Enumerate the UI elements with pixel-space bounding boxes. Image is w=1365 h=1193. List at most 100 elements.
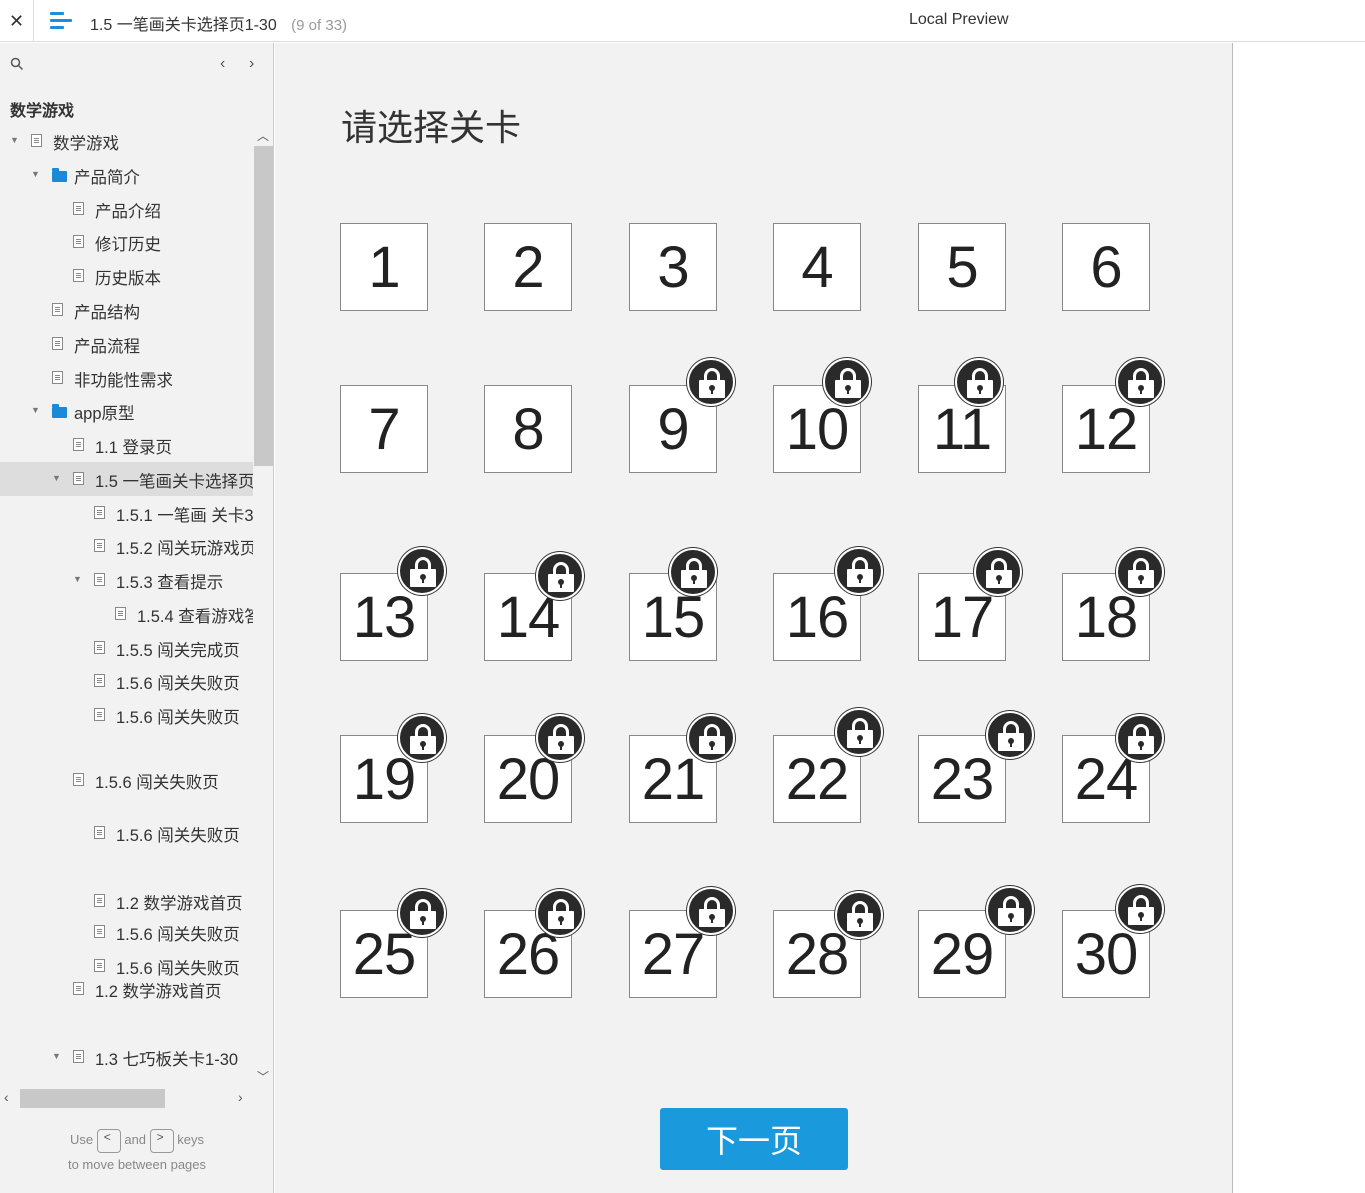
- lock-icon: [398, 547, 446, 595]
- hint-keys-text: keys: [177, 1132, 205, 1147]
- scroll-right-icon[interactable]: ›: [238, 1089, 243, 1105]
- page-icon: [94, 826, 105, 839]
- tree-item[interactable]: ▼ 1.5 一笔画关卡选择页: [0, 462, 253, 496]
- level-button[interactable]: 3: [629, 223, 717, 311]
- close-button[interactable]: ✕: [0, 0, 34, 42]
- page-icon: [94, 894, 105, 907]
- level-button[interactable]: 7: [340, 385, 428, 473]
- menu-icon[interactable]: [50, 10, 74, 32]
- caret-down-icon[interactable]: ▼: [52, 473, 62, 483]
- tree-item[interactable]: 1.5.6 闯关失败页: [0, 816, 253, 850]
- tree-item[interactable]: 产品流程: [0, 327, 253, 361]
- lock-icon: [669, 548, 717, 596]
- page-icon: [52, 303, 63, 316]
- scroll-left-icon[interactable]: ‹: [4, 1089, 9, 1105]
- level-button[interactable]: 8: [484, 385, 572, 473]
- level-button[interactable]: 2: [484, 223, 572, 311]
- tree-item[interactable]: 修订历史: [0, 225, 253, 259]
- scroll-up-icon[interactable]: ︿: [257, 127, 269, 144]
- scroll-down-icon[interactable]: ﹀: [257, 1068, 269, 1085]
- page-icon: [73, 773, 84, 786]
- tree-item-label: 1.3 七巧板关卡1-30: [95, 1051, 239, 1069]
- tree-item-label: 1.5.6 闯关失败页: [95, 774, 219, 792]
- tree-item[interactable]: 1.5.5 闯关完成页: [0, 631, 253, 665]
- lock-icon: [398, 889, 446, 937]
- search-icon[interactable]: [10, 57, 24, 71]
- page-title-text: 1.5 一笔画关卡选择页1-30: [90, 17, 277, 34]
- lock-icon: [687, 714, 735, 762]
- tree-item[interactable]: 1.5.2 闯关玩游戏页: [0, 529, 253, 563]
- tree-item[interactable]: 产品结构: [0, 293, 253, 327]
- tree-item[interactable]: 1.5.6 闯关失败页: [0, 698, 253, 732]
- caret-down-icon[interactable]: ▼: [31, 405, 41, 415]
- next-page-main-button[interactable]: 下一页: [660, 1108, 848, 1170]
- lock-icon: [986, 886, 1034, 934]
- level-button[interactable]: 1: [340, 223, 428, 311]
- tree-item[interactable]: ▼ 产品简介: [0, 158, 253, 192]
- caret-down-icon[interactable]: ▼: [73, 574, 83, 584]
- page-icon: [94, 959, 105, 972]
- local-preview-label: Local Preview: [909, 11, 1009, 28]
- level-number: 6: [1090, 234, 1122, 300]
- lock-icon: [398, 714, 446, 762]
- tree-item-label: 1.5.6 闯关失败页: [116, 709, 240, 727]
- select-level-heading: 请选择关卡: [341, 108, 522, 149]
- tree-item-label: 历史版本: [95, 270, 161, 288]
- level-number: 3: [657, 234, 689, 300]
- folder-icon: [52, 404, 67, 418]
- tree-item-label: 1.5.3 查看提示: [116, 574, 224, 592]
- next-page-button[interactable]: ›: [249, 55, 254, 73]
- level-button[interactable]: 4: [773, 223, 861, 311]
- page-icon: [31, 134, 42, 147]
- caret-down-icon[interactable]: ▼: [10, 135, 20, 145]
- tree-item[interactable]: 1.1 登录页: [0, 428, 253, 462]
- prev-page-button[interactable]: ‹: [220, 55, 225, 73]
- tree-item[interactable]: 1.2 数学游戏首页: [0, 884, 253, 918]
- tree-item[interactable]: ▼ 1.3 七巧板关卡1-30: [0, 1040, 253, 1074]
- page-icon: [73, 982, 84, 995]
- tree-item[interactable]: 产品介绍: [0, 192, 253, 226]
- tree-item-label: 产品简介: [74, 169, 140, 187]
- tree-item-label: 1.5.6 闯关失败页: [116, 926, 240, 944]
- tree-item-label: 1.2 数学游戏首页: [95, 983, 222, 1001]
- tree-item-label: 产品流程: [74, 338, 140, 356]
- tree-item-label: 产品介绍: [95, 203, 161, 221]
- page-icon: [94, 539, 105, 552]
- page-icon: [94, 641, 105, 654]
- tree-item[interactable]: 1.2 数学游戏首页: [0, 972, 253, 1006]
- tree-item-label: 修订历史: [95, 236, 161, 254]
- tree-item-label: 1.5.6 闯关失败页: [116, 675, 240, 693]
- level-number: 1: [368, 234, 400, 300]
- level-number: 7: [368, 396, 400, 462]
- tree-item[interactable]: 1.5.6 闯关失败页: [0, 664, 253, 698]
- caret-down-icon[interactable]: ▼: [31, 169, 41, 179]
- lock-icon: [823, 358, 871, 406]
- folder-icon: [52, 168, 67, 182]
- level-number: 4: [801, 234, 833, 300]
- caret-down-icon[interactable]: ▼: [52, 1051, 62, 1061]
- page-icon: [52, 371, 63, 384]
- lock-icon: [536, 714, 584, 762]
- tree-item[interactable]: 非功能性需求: [0, 361, 253, 395]
- hint-line2: to move between pages: [67, 1156, 207, 1172]
- tree-item[interactable]: ▼ 数学游戏: [0, 124, 253, 158]
- tree-item[interactable]: ▼ 1.5.3 查看提示: [0, 563, 253, 597]
- tree-item[interactable]: 1.5.6 闯关失败页: [0, 763, 253, 797]
- sidebar-scroll-thumb[interactable]: [254, 146, 273, 466]
- lock-icon: [1116, 548, 1164, 596]
- tree-item[interactable]: 1.5.6 闯关失败页: [0, 915, 253, 949]
- level-button[interactable]: 5: [918, 223, 1006, 311]
- project-name: 数学游戏: [10, 103, 75, 120]
- page-title: 1.5 一笔画关卡选择页1-30 (9 of 33): [90, 11, 347, 35]
- tree-item[interactable]: ▼ app原型: [0, 394, 253, 428]
- page-icon: [94, 925, 105, 938]
- horizontal-scroll-thumb[interactable]: [20, 1089, 165, 1108]
- tree-item-label: 1.5.4 查看游戏答: [137, 608, 253, 626]
- sidebar: ‹ › 数学游戏 ▼ 数学游戏 ▼ 产品简介 产品介绍 修订历史 历史版本 产品结构 产品流程非…: [0, 43, 274, 1193]
- tree-item[interactable]: 历史版本: [0, 259, 253, 293]
- tree-item[interactable]: 1.5.4 查看游戏答: [0, 597, 253, 631]
- page-icon: [73, 1050, 84, 1063]
- level-button[interactable]: 6: [1062, 223, 1150, 311]
- tree-item[interactable]: 1.5.1 一笔画 关卡3: [0, 496, 253, 530]
- tree-item-label: 1.5 一笔画关卡选择页: [95, 473, 253, 491]
